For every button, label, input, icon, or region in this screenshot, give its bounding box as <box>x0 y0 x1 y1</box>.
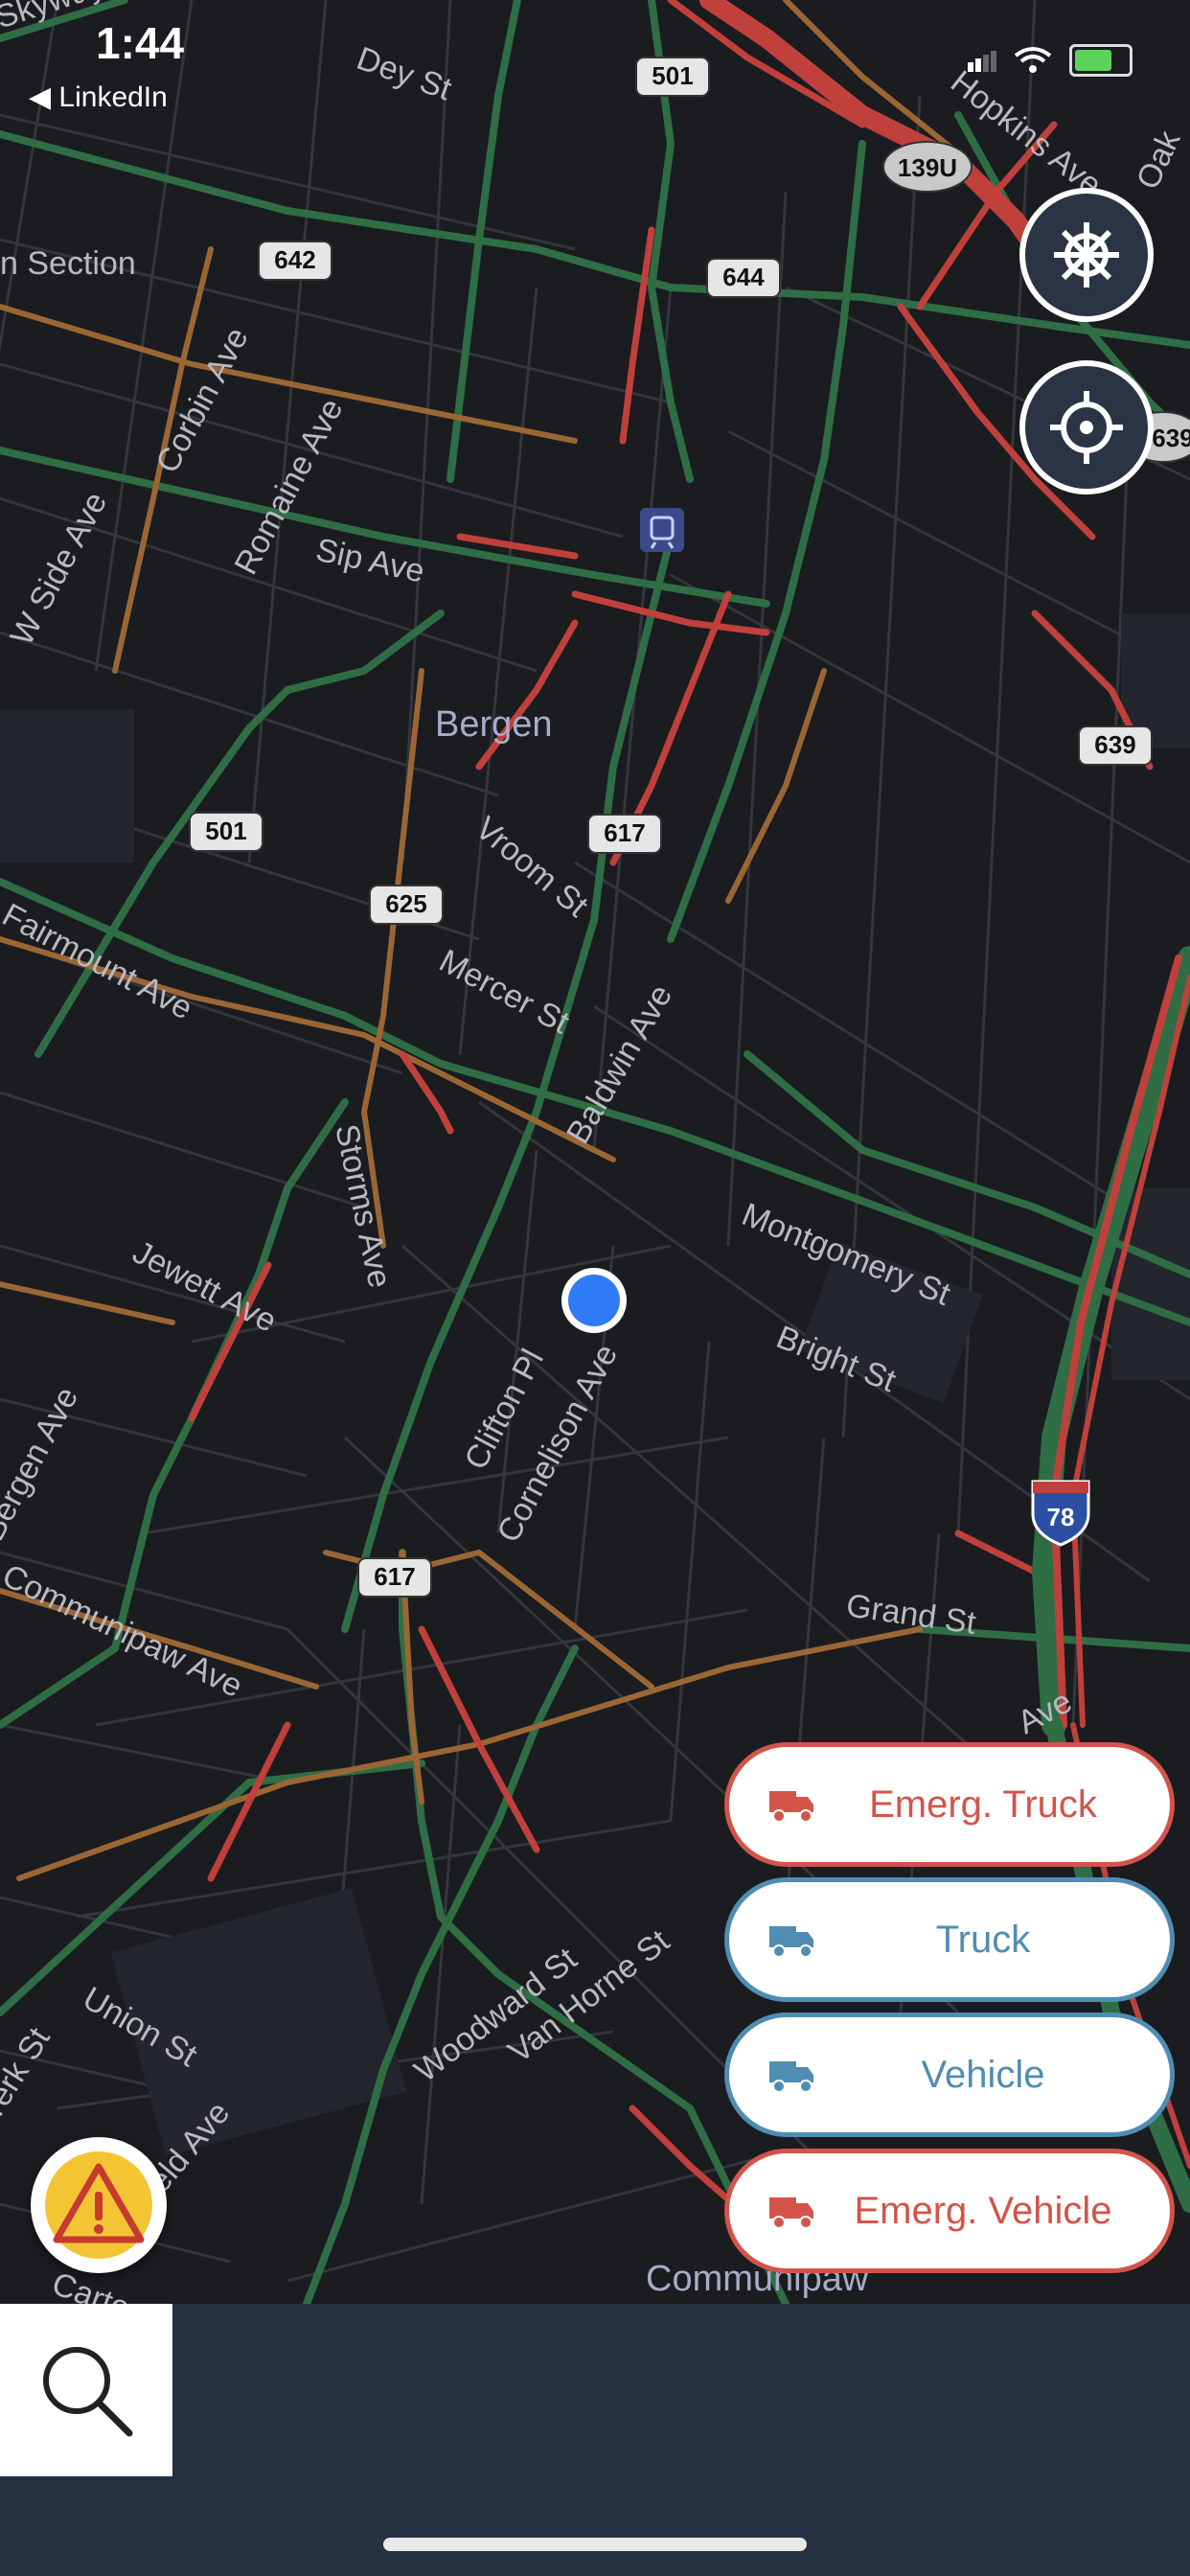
search-button[interactable] <box>0 2304 172 2476</box>
route-shield: 617 <box>357 1557 432 1598</box>
current-location-dot <box>561 1268 627 1333</box>
street-label: Communipaw Ave <box>0 1557 248 1705</box>
bottom-search-bar <box>0 2304 1190 2476</box>
route-shield: 501 <box>189 812 263 852</box>
street-label: Fairmount Ave <box>0 897 198 1027</box>
street-label: Vroom St <box>469 810 595 925</box>
street-label: rerk St <box>0 2021 57 2123</box>
report-hazard-button[interactable] <box>31 2137 167 2273</box>
emergency-vehicle-button[interactable]: Emerg. Vehicle <box>724 2149 1175 2273</box>
recenter-location-button[interactable] <box>1019 360 1154 494</box>
svg-text:617: 617 <box>374 1562 415 1591</box>
street-label: Corbin Ave <box>149 322 256 479</box>
warning-triangle-icon <box>45 2151 152 2259</box>
truck-icon <box>769 2061 813 2093</box>
truck-icon <box>769 1791 813 1823</box>
svg-text:617: 617 <box>604 818 645 847</box>
route-shield: 617 <box>587 814 662 854</box>
truck-icon <box>769 1926 813 1958</box>
svg-text:139U: 139U <box>898 153 957 182</box>
search-field[interactable] <box>172 2304 1190 2476</box>
route-shield: 642 <box>258 241 332 281</box>
street-label: Bergen Ave <box>0 1381 85 1547</box>
route-shield: 639 <box>1078 725 1153 766</box>
home-indicator-area <box>0 2476 1190 2576</box>
route-shield: 625 <box>369 885 444 925</box>
street-label: Oak <box>1130 125 1188 195</box>
route-shield: 139U <box>882 141 973 193</box>
route-shield: 644 <box>706 258 781 298</box>
emergency-truck-button[interactable]: Emerg. Truck <box>724 1742 1175 1867</box>
route-shield: 501 <box>635 57 710 97</box>
settings-button[interactable] <box>1019 188 1154 322</box>
svg-text:644: 644 <box>722 263 765 291</box>
street-label: W Side Ave <box>4 486 115 651</box>
app-screen: Skyway Dey St Hopkins Ave Oak n Section … <box>0 0 1190 2576</box>
mode-button-label: Emerg. Vehicle <box>854 2189 1112 2232</box>
ship-wheel-icon <box>1054 222 1119 288</box>
crosshair-icon <box>1050 391 1123 464</box>
svg-text:639: 639 <box>1094 730 1135 759</box>
truck-icon <box>769 2197 813 2229</box>
place-label: Bergen <box>435 704 553 745</box>
svg-text:78: 78 <box>1047 1503 1075 1531</box>
mode-button-label: Vehicle <box>921 2053 1045 2096</box>
street-label: Dey St <box>352 40 456 108</box>
street-label: Ave <box>1012 1683 1078 1741</box>
street-label: Mercer St <box>433 943 575 1042</box>
svg-text:501: 501 <box>652 61 693 90</box>
truck-button[interactable]: Truck <box>724 1877 1175 2002</box>
vehicle-button[interactable]: Vehicle <box>724 2012 1175 2137</box>
home-indicator[interactable] <box>383 2538 807 2551</box>
mode-button-label: Truck <box>935 1918 1031 1961</box>
search-icon <box>43 2347 133 2437</box>
svg-text:639: 639 <box>1152 424 1190 452</box>
svg-text:642: 642 <box>274 245 315 274</box>
mode-button-label: Emerg. Truck <box>869 1782 1097 1826</box>
street-label: Skyway <box>0 0 109 36</box>
svg-text:501: 501 <box>205 816 246 845</box>
transit-marker-icon[interactable] <box>640 508 684 552</box>
street-label: n Section <box>0 245 136 282</box>
svg-text:625: 625 <box>385 889 426 918</box>
street-label: Storms Ave <box>328 1121 398 1291</box>
